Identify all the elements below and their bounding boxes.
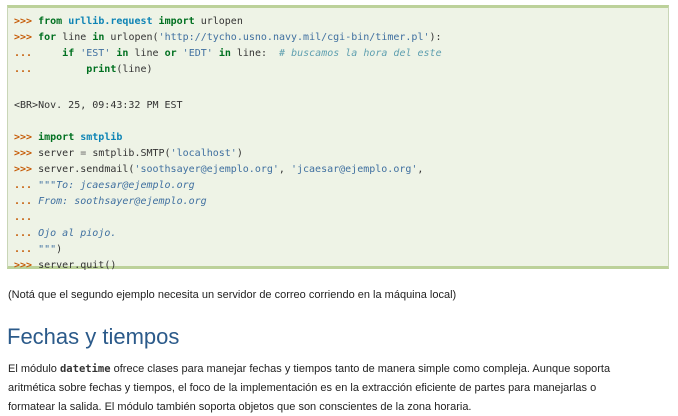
code-text: line	[134, 48, 159, 59]
inline-code: datetime	[59, 363, 111, 375]
code-text: ):	[429, 32, 442, 43]
code-text: (line)	[116, 64, 153, 75]
docstring: Ojo al piojo.	[38, 228, 117, 239]
prompt: ...	[14, 196, 33, 207]
code-line-6: >>> import smtplib	[14, 130, 122, 145]
prompt: ...	[14, 64, 33, 75]
prompt: ...	[14, 212, 33, 223]
code-line-4: ... print(line)	[14, 62, 152, 77]
module-name: smtplib	[80, 132, 123, 143]
keyword: if	[62, 48, 75, 59]
string-literal: 'soothsayer@ejemplo.org'	[134, 164, 279, 175]
keyword: for	[38, 32, 57, 43]
keyword: in	[218, 48, 231, 59]
code-text: ,	[417, 164, 424, 175]
code-text: server.sendmail(	[38, 164, 135, 175]
keyword: from	[38, 16, 63, 27]
prompt: ...	[14, 228, 33, 239]
prompt: ...	[14, 180, 33, 191]
code-line-9: ... """To: jcaesar@ejemplo.org	[14, 178, 195, 193]
docstring: """To: jcaesar@ejemplo.org	[38, 180, 195, 191]
paragraph-line-1: El módulo datetime ofrece clases para ma…	[8, 361, 610, 377]
operator: =	[80, 148, 87, 159]
code-text: line	[62, 32, 87, 43]
prompt: >>>	[14, 16, 33, 27]
page: >>> from urllib.request import urlopen >…	[0, 0, 678, 416]
string-literal: 'http://tycho.usno.navy.mil/cgi-bin/time…	[158, 32, 430, 43]
section-heading: Fechas y tiempos	[7, 324, 180, 349]
code-output-line: <BR>Nov. 25, 09:43:32 PM EST	[14, 100, 183, 111]
code-text: server.quit()	[38, 260, 117, 271]
docstring: From: soothsayer@ejemplo.org	[38, 196, 207, 207]
docstring: """	[38, 244, 57, 255]
prompt: >>>	[14, 132, 33, 143]
code-line-7: >>> server = smtplib.SMTP('localhost')	[14, 146, 243, 161]
prompt: ...	[14, 244, 33, 255]
code-comment: # buscamos la hora del este	[279, 48, 442, 59]
note-text: (Notá que el segundo ejemplo necesita un…	[8, 289, 457, 301]
code-text: urlopen(	[110, 32, 159, 43]
code-line-14: >>> server.quit()	[14, 258, 116, 273]
code-line-2: >>> for line in urlopen('http://tycho.us…	[14, 30, 442, 45]
paragraph-line-3: formatear la salida. El módulo también s…	[8, 401, 472, 413]
code-line-12: ... Ojo al piojo.	[14, 226, 116, 241]
string-literal: 'EST'	[80, 48, 111, 59]
code-text: server	[38, 148, 75, 159]
string-literal: 'jcaesar@ejemplo.org'	[290, 164, 418, 175]
keyword: or	[164, 48, 177, 59]
code-text: )	[56, 244, 63, 255]
prompt: >>>	[14, 148, 33, 159]
code-line-13: ... """)	[14, 242, 62, 257]
paragraph-text: ofrece clases para manejar fechas y tiem…	[110, 363, 611, 375]
string-literal: 'EDT'	[182, 48, 213, 59]
prompt: >>>	[14, 164, 33, 175]
code-line-1: >>> from urllib.request import urlopen	[14, 14, 243, 29]
code-block: >>> from urllib.request import urlopen >…	[7, 5, 669, 271]
keyword: print	[86, 64, 117, 75]
prompt: >>>	[14, 260, 33, 271]
keyword: in	[116, 48, 129, 59]
code-line-11: ...	[14, 210, 32, 225]
code-text: smtplib.SMTP(	[92, 148, 171, 159]
code-text: urlopen	[200, 16, 243, 27]
module-name: urllib.request	[68, 16, 153, 27]
code-text: )	[236, 148, 243, 159]
code-text: ,	[278, 164, 291, 175]
prompt: ...	[14, 48, 33, 59]
paragraph-text: El módulo	[8, 363, 60, 375]
code-text: line:	[236, 48, 267, 59]
keyword: in	[92, 32, 105, 43]
code-line-10: ... From: soothsayer@ejemplo.org	[14, 194, 207, 209]
keyword: import	[158, 16, 195, 27]
paragraph-line-2: aritmética sobre fechas y tiempos, el fo…	[8, 382, 597, 394]
code-line-3: ... if 'EST' in line or 'EDT' in line: #…	[14, 46, 442, 61]
keyword: import	[38, 132, 75, 143]
code-line-8: >>> server.sendmail('soothsayer@ejemplo.…	[14, 162, 423, 177]
prompt: >>>	[14, 32, 33, 43]
string-literal: 'localhost'	[170, 148, 237, 159]
